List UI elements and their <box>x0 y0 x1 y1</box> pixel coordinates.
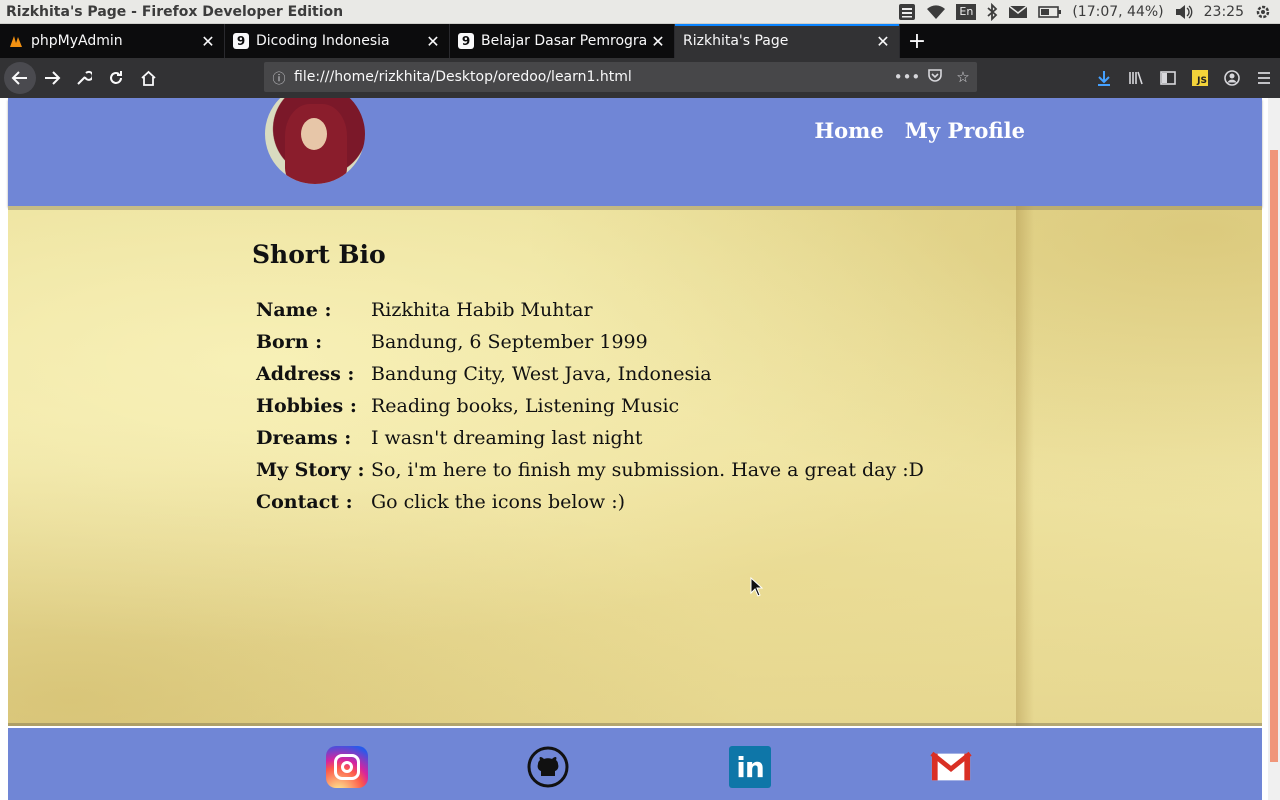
site-footer: in <box>8 728 1262 800</box>
avatar <box>265 98 365 184</box>
developer-tools-button[interactable] <box>68 62 100 94</box>
tab-close-icon[interactable]: ✕ <box>200 32 216 51</box>
bio-value: Bandung City, West Java, Indonesia <box>371 363 712 385</box>
bio-row-my-story: My Story : So, i'm here to finish my sub… <box>256 454 924 486</box>
tab-rizkhita-page[interactable]: Rizkhita's Page ✕ <box>675 24 900 58</box>
keyboard-layout-indicator[interactable]: En <box>956 3 977 20</box>
hamburger-menu-icon[interactable] <box>1248 62 1280 94</box>
bio-label: My Story : <box>256 459 365 481</box>
account-icon[interactable] <box>1216 62 1248 94</box>
back-arrow-icon <box>11 71 27 85</box>
mail-icon[interactable] <box>1008 3 1028 21</box>
bio-value: I wasn't dreaming last night <box>371 427 643 449</box>
bio-label: Hobbies : <box>256 395 357 417</box>
bookmark-star-icon[interactable]: ☆ <box>949 68 977 86</box>
bio-row-contact: Contact : Go click the icons below :) <box>256 486 924 518</box>
wifi-icon[interactable] <box>926 3 946 21</box>
tab-phpmyadmin[interactable]: phpMyAdmin ✕ <box>0 24 225 58</box>
tab-label: Dicoding Indonesia <box>256 33 390 49</box>
forward-button[interactable] <box>36 62 68 94</box>
home-icon <box>140 70 156 86</box>
nav-home-link[interactable]: Home <box>814 118 883 143</box>
url-bar[interactable]: ⓘ file:///home/rizkhita/Desktop/oredoo/l… <box>264 62 977 92</box>
window-title: Rizkhita's Page - Firefox Developer Edit… <box>6 3 344 20</box>
bio-label: Name : <box>256 299 332 321</box>
url-text[interactable]: file:///home/rizkhita/Desktop/oredoo/lea… <box>294 69 893 85</box>
site-nav: Home My Profile <box>814 118 1025 143</box>
bio-row-born: Born : Bandung, 6 September 1999 <box>256 326 924 358</box>
bio-value: Go click the icons below :) <box>371 491 626 513</box>
bio-row-hobbies: Hobbies : Reading books, Listening Music <box>256 390 924 422</box>
nav-my-profile-link[interactable]: My Profile <box>905 118 1025 143</box>
bio-row-address: Address : Bandung City, West Java, Indon… <box>256 358 924 390</box>
home-button[interactable] <box>132 62 164 94</box>
bio-label: Contact : <box>256 491 353 513</box>
bio-label: Dreams : <box>256 427 352 449</box>
page-info-icon[interactable]: ⓘ <box>264 68 294 87</box>
tab-label: Belajar Dasar Pemrogra <box>481 33 648 49</box>
back-button[interactable] <box>4 62 36 94</box>
volume-icon[interactable] <box>1174 3 1194 21</box>
bio-value: Reading books, Listening Music <box>371 395 680 417</box>
os-top-panel: Rizkhita's Page - Firefox Developer Edit… <box>0 0 1280 24</box>
sidebar-icon[interactable] <box>1152 62 1184 94</box>
js-extension-icon[interactable]: JS <box>1184 62 1216 94</box>
site-header: Home My Profile <box>8 98 1262 206</box>
system-indicators: En (17:07, 44%) 23:25 <box>898 2 1280 21</box>
bio-row-name: Name : Rizkhita Habib Muhtar <box>256 294 924 326</box>
gmail-icon[interactable] <box>930 746 972 788</box>
github-icon[interactable] <box>527 746 569 788</box>
vertical-scrollbar[interactable] <box>1268 98 1280 800</box>
bio-table: Name : Rizkhita Habib Muhtar Born : Band… <box>256 294 924 518</box>
navigation-toolbar: ⓘ file:///home/rizkhita/Desktop/oredoo/l… <box>0 58 1280 98</box>
linkedin-icon[interactable]: in <box>729 746 771 788</box>
clock[interactable]: 23:25 <box>1204 4 1244 20</box>
bio-value: So, i'm here to finish my submission. Ha… <box>371 459 924 481</box>
downloads-icon[interactable] <box>1088 62 1120 94</box>
tab-close-icon[interactable]: ✕ <box>875 32 891 51</box>
new-tab-button[interactable]: + <box>900 24 934 58</box>
bio-value: Rizkhita Habib Muhtar <box>371 299 593 321</box>
tab-close-icon[interactable]: ✕ <box>650 32 666 51</box>
scrollbar-thumb[interactable] <box>1270 150 1278 762</box>
tab-close-icon[interactable]: ✕ <box>425 32 441 51</box>
forward-arrow-icon <box>45 71 61 85</box>
wrench-icon <box>77 70 92 85</box>
battery-status-text: (17:07, 44%) <box>1072 3 1164 20</box>
toolbar-right: JS <box>1088 62 1280 94</box>
tab-dicoding[interactable]: 9 Dicoding Indonesia ✕ <box>225 24 450 58</box>
instagram-icon[interactable] <box>326 746 368 788</box>
bio-label: Address : <box>256 363 355 385</box>
indicator-menu-icon[interactable] <box>898 3 916 21</box>
page-viewport: Home My Profile Short Bio Name : Rizkhit… <box>0 98 1280 800</box>
tab-strip: phpMyAdmin ✕ 9 Dicoding Indonesia ✕ 9 Be… <box>0 24 1280 58</box>
bio-title: Short Bio <box>252 240 386 269</box>
mouse-cursor-icon <box>750 577 764 597</box>
bio-label: Born : <box>256 331 323 353</box>
reload-button[interactable] <box>100 62 132 94</box>
pocket-icon[interactable] <box>921 67 949 87</box>
tab-label: Rizkhita's Page <box>683 33 789 49</box>
dicoding-icon: 9 <box>233 33 249 49</box>
battery-icon[interactable] <box>1038 3 1062 21</box>
reload-icon <box>110 71 122 84</box>
dicoding-icon: 9 <box>458 33 474 49</box>
tab-label: phpMyAdmin <box>31 33 123 49</box>
phpmyadmin-icon <box>8 33 24 49</box>
bluetooth-icon[interactable] <box>986 2 998 21</box>
tab-belajar[interactable]: 9 Belajar Dasar Pemrogra ✕ <box>450 24 675 58</box>
bio-row-dreams: Dreams : I wasn't dreaming last night <box>256 422 924 454</box>
page-actions-icon[interactable]: ••• <box>893 68 921 86</box>
bio-value: Bandung, 6 September 1999 <box>371 331 648 353</box>
power-gear-icon[interactable] <box>1254 3 1272 21</box>
library-icon[interactable] <box>1120 62 1152 94</box>
